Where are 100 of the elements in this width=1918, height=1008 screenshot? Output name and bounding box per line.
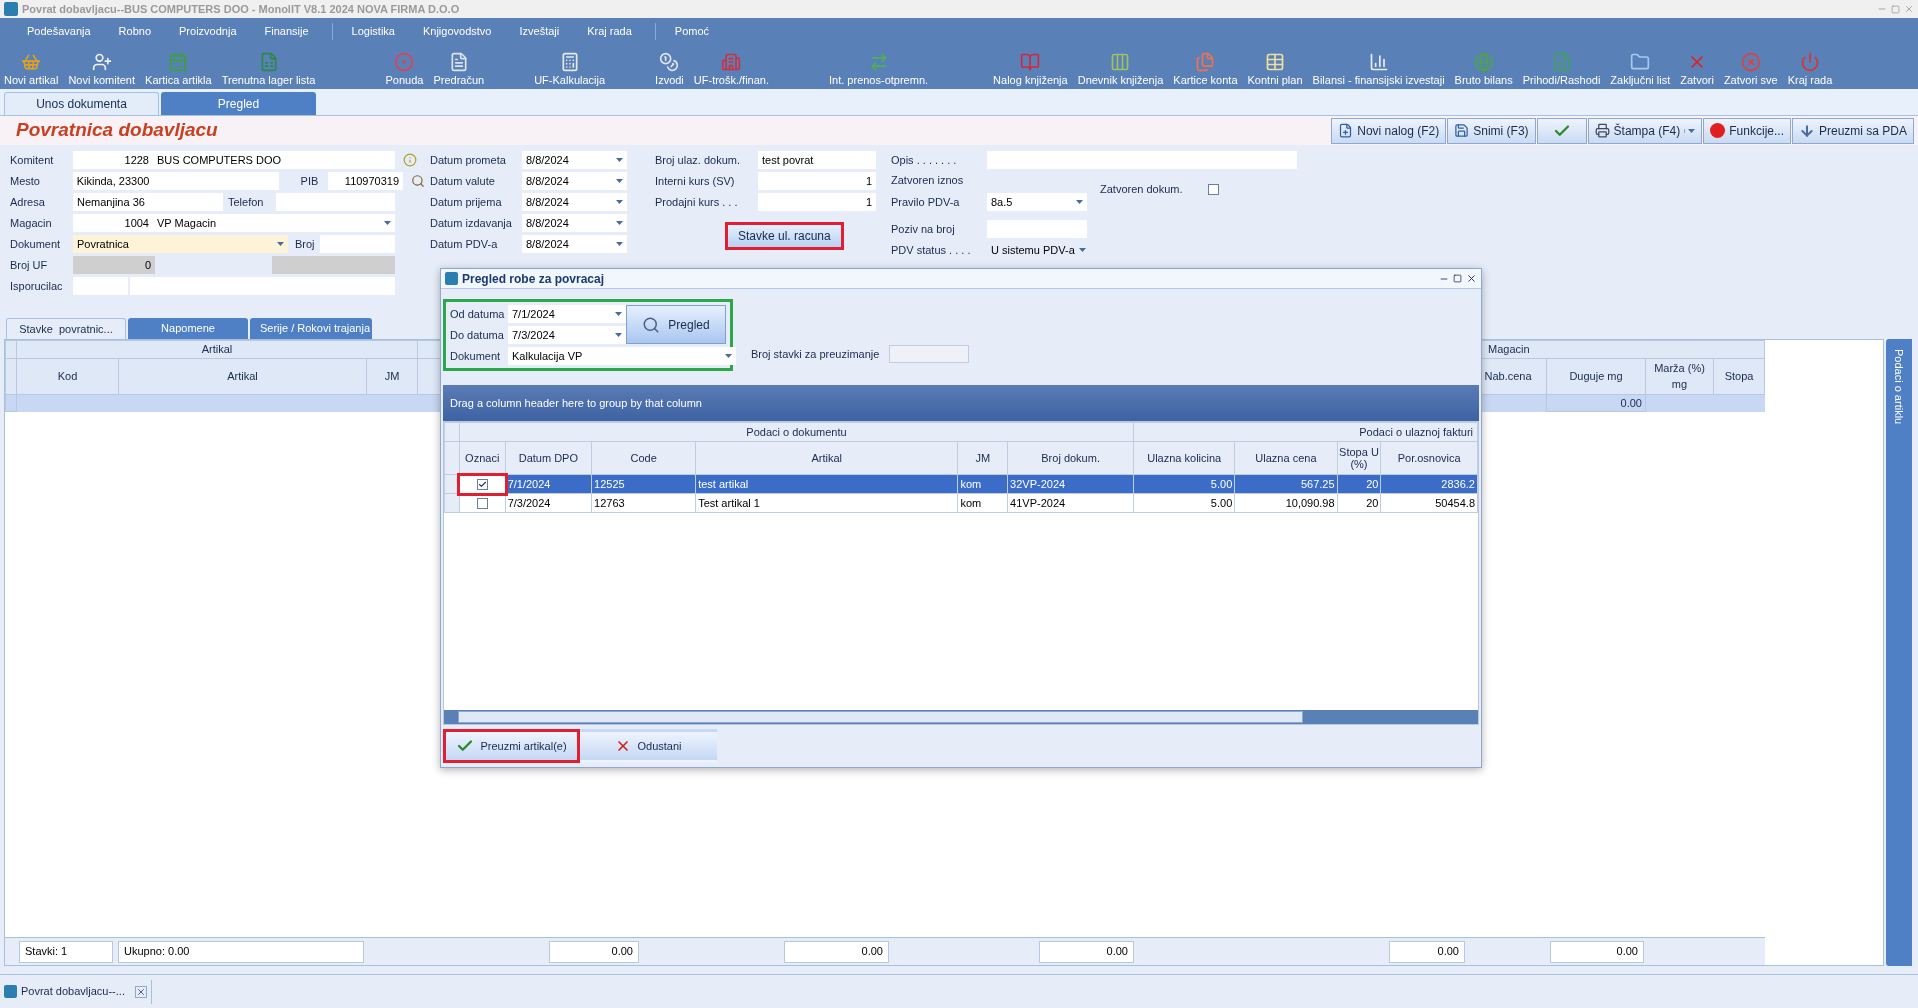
menu-item[interactable]: Logistika: [338, 23, 408, 40]
menu-item[interactable]: Finansije: [251, 23, 322, 40]
menu-item[interactable]: Knjigovodstvo: [409, 23, 505, 40]
toolbar-button[interactable]: Snimi (F3): [1447, 117, 1536, 144]
toolbar-button[interactable]: Dnevnik knjiženja: [1077, 52, 1164, 87]
input-field[interactable]: [987, 220, 1087, 238]
input-field[interactable]: Kalkulacija VP: [508, 347, 736, 365]
input-field[interactable]: 1228: [73, 151, 153, 169]
column-header[interactable]: Ulazna kolicina: [1133, 441, 1235, 475]
toolbar-button[interactable]: UF-Kalkulacija: [534, 52, 606, 87]
input-field[interactable]: 7/1/2024: [508, 305, 626, 323]
input-field[interactable]: 1: [758, 193, 876, 211]
side-tab[interactable]: Podaci o artiklu: [1886, 339, 1912, 966]
toolbar-button[interactable]: [1536, 117, 1587, 144]
column-header[interactable]: JM: [957, 441, 1008, 475]
input-field[interactable]: 8/8/2024: [522, 214, 627, 232]
toolbar-button[interactable]: Izvodi: [655, 52, 684, 87]
menu-item[interactable]: Kraj rada: [574, 23, 645, 40]
action-button[interactable]: Stavke ul. racuna: [725, 222, 844, 250]
tab[interactable]: Serije / Rokovi trajanja: [250, 318, 372, 339]
checkbox[interactable]: [476, 497, 488, 509]
column-header[interactable]: Artikal: [695, 441, 958, 475]
toolbar-button[interactable]: Zaključni list: [1610, 52, 1671, 87]
taskbar-tab[interactable]: Povrat dobavljacu--...: [21, 983, 125, 1000]
toolbar-button[interactable]: Kartica artikla: [145, 52, 212, 87]
column-header[interactable]: Marža (%) mg: [1645, 358, 1714, 394]
input-field[interactable]: Povratnica: [73, 235, 288, 253]
close-icon[interactable]: [1466, 273, 1477, 284]
toolbar-button[interactable]: Funkcije...: [1703, 117, 1791, 144]
toolbar-button[interactable]: Bruto bilans: [1454, 52, 1513, 87]
column-header[interactable]: Datum DPO: [505, 441, 592, 475]
column-header[interactable]: Ulazna cena: [1234, 441, 1338, 475]
input-field[interactable]: 8/8/2024: [522, 172, 627, 190]
tab[interactable]: Stavke povratnic...: [6, 318, 126, 339]
menu-item[interactable]: Proizvodnja: [166, 23, 250, 40]
menu-item[interactable]: Pomoć: [661, 23, 723, 40]
toolbar-button[interactable]: Ponuda: [385, 52, 424, 87]
menu-item[interactable]: Izveštaji: [506, 23, 573, 40]
input-field[interactable]: test povrat: [758, 151, 876, 169]
input-field[interactable]: [130, 277, 395, 295]
toolbar-button[interactable]: Predračun: [433, 52, 485, 87]
search-button[interactable]: Pregled: [626, 305, 726, 344]
tab[interactable]: Pregled: [161, 92, 316, 115]
column-header[interactable]: Stopa: [1713, 358, 1765, 394]
toolbar-button[interactable]: Prihodi/Rashodi: [1522, 52, 1601, 87]
cancel-button[interactable]: Odustani: [580, 729, 717, 763]
input-field[interactable]: [889, 345, 970, 363]
toolbar-button[interactable]: Zatvori sve: [1723, 52, 1778, 87]
input-field[interactable]: [73, 277, 128, 295]
toolbar-button[interactable]: Novi komitent: [68, 52, 136, 87]
menu-item[interactable]: Podešavanja: [14, 23, 104, 40]
search-icon[interactable]: [411, 174, 425, 188]
input-field[interactable]: [987, 151, 1297, 169]
table-row[interactable]: 7/1/2024 12525 test artikal kom 32VP-2024 5.00 567.25 20 2836.2: [444, 474, 1478, 494]
checkbox[interactable]: [476, 478, 488, 490]
horizontal-scrollbar[interactable]: [444, 710, 1478, 724]
toolbar-button[interactable]: Nalog knjiženja: [993, 52, 1068, 87]
maximize-icon[interactable]: [1453, 274, 1462, 283]
input-field[interactable]: [276, 193, 395, 211]
column-header[interactable]: Stopa U (%): [1337, 441, 1381, 475]
accept-button[interactable]: Preuzmi artikal(e): [443, 729, 580, 763]
input-field[interactable]: 1: [758, 172, 876, 190]
toolbar-button[interactable]: Kartice konta: [1173, 52, 1238, 87]
input-field[interactable]: Kikinda, 23300: [72, 172, 279, 190]
toolbar-button[interactable]: Štampa (F4): [1587, 117, 1703, 144]
checkbox[interactable]: [1208, 183, 1219, 195]
menu-item[interactable]: Robno: [105, 23, 165, 40]
toolbar-button[interactable]: UF-trošk./finan.: [693, 52, 769, 87]
toolbar-button[interactable]: Zatvori: [1680, 52, 1714, 87]
close-icon[interactable]: [134, 985, 147, 998]
input-field[interactable]: 7/3/2024: [508, 326, 626, 344]
tab[interactable]: Unos dokumenta: [4, 92, 159, 115]
input-field[interactable]: 8/8/2024: [522, 151, 627, 169]
input-field[interactable]: [320, 235, 395, 253]
column-header[interactable]: Broj dokum.: [1007, 441, 1134, 475]
input-field[interactable]: BUS COMPUTERS DOO: [153, 151, 395, 169]
toolbar-button[interactable]: Kontni plan: [1247, 52, 1303, 87]
input-field[interactable]: 8/8/2024: [522, 235, 627, 253]
toolbar-button[interactable]: Int. prenos-otpremn.: [829, 52, 929, 87]
tab[interactable]: Napomene: [128, 318, 248, 339]
column-header[interactable]: Kod: [16, 358, 119, 394]
input-field[interactable]: VP Magacin: [153, 214, 395, 232]
toolbar-button[interactable]: Bilansi - finansijski izvestaji: [1312, 52, 1445, 87]
column-header[interactable]: JM: [366, 358, 418, 394]
input-field[interactable]: 8/8/2024: [522, 193, 627, 211]
column-header[interactable]: Code: [591, 441, 696, 475]
maximize-icon[interactable]: [1891, 4, 1900, 14]
input-field[interactable]: 110970319: [328, 172, 404, 190]
toolbar-button[interactable]: Preuzmi sa PDA: [1791, 117, 1914, 144]
input-field[interactable]: 1004: [73, 214, 153, 232]
toolbar-button[interactable]: Novi artikal: [4, 52, 59, 87]
toolbar-button[interactable]: Novi nalog (F2): [1331, 117, 1447, 144]
input-field[interactable]: 8a.5: [987, 193, 1087, 211]
column-header[interactable]: Por.osnovica: [1380, 441, 1478, 475]
toolbar-button[interactable]: Kraj rada: [1787, 52, 1833, 87]
input-field[interactable]: Nemanjina 36: [73, 193, 223, 211]
toolbar-button[interactable]: Trenutna lager lista: [221, 52, 316, 87]
column-header[interactable]: Artikal: [118, 358, 367, 394]
column-header[interactable]: Duguje mg: [1546, 358, 1646, 394]
input-field[interactable]: 0: [73, 256, 155, 274]
